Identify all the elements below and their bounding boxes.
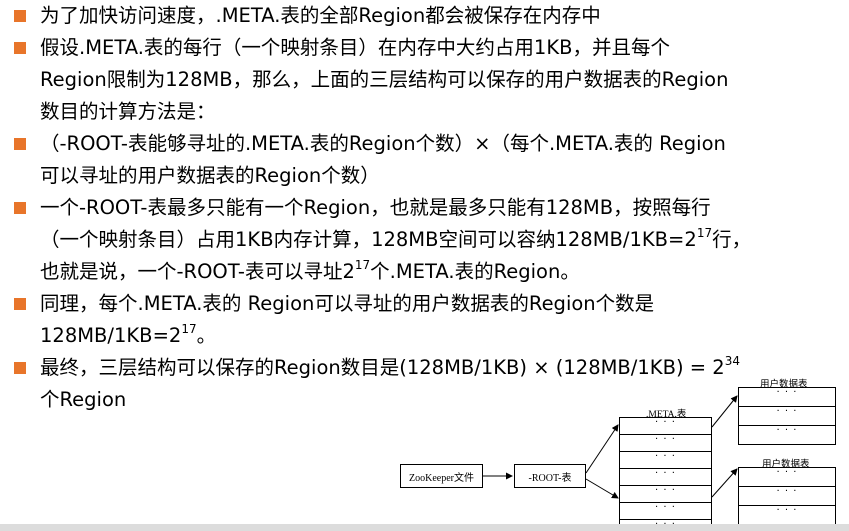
bullet-4-line-3: 也就是说，一个-ROOT-表可以寻址217个.META.表的Region。	[40, 256, 834, 288]
bullet-square-icon	[14, 298, 26, 310]
bullet-square-icon	[14, 138, 26, 150]
bullet-item-3: （-ROOT-表能够寻址的.META.表的Region个数）×（每个.META.…	[14, 128, 834, 192]
bullet-square-icon	[14, 10, 26, 22]
bullet-square-icon	[14, 42, 26, 54]
three-tier-diagram: ZooKeeper文件 -ROOT-表 .META.表 · · · · · · …	[390, 370, 849, 531]
bullet-2-line-1: 假设.META.表的每行（一个映射条目）在内存中大约占用1KB，并且每个	[40, 36, 671, 59]
user-table-1-row-1: · · ·	[738, 387, 836, 407]
bullet-4-line-1: 一个-ROOT-表最多只能有一个Region，也就是最多只能有128MB，按照每…	[40, 196, 711, 219]
bullet-5-line-2-tail: 。	[196, 324, 217, 347]
bullet-4-line-3-tail: 个.META.表的Region。	[370, 260, 580, 283]
bullet-4-line-2-tail: 行，	[712, 228, 752, 251]
meta-row-4: · · ·	[619, 468, 712, 486]
bottom-bar	[0, 524, 849, 531]
bullet-1-line-1: 为了加快访问速度，.META.表的全部Region都会被保存在内存中	[40, 4, 601, 27]
bullet-3-line-1: （-ROOT-表能够寻址的.META.表的Region个数）×（每个.META.…	[40, 132, 726, 155]
bullet-6-line-1-exponent: 34	[724, 353, 740, 368]
arrow-meta-to-user-top	[711, 395, 738, 428]
bullet-5-line-2-exponent: 17	[181, 321, 197, 336]
user-table-2-row-1: · · ·	[738, 467, 836, 487]
bullet-2-line-3: 数目的计算方法是：	[40, 100, 216, 123]
meta-row-3: · · ·	[619, 451, 712, 469]
bullet-list: 为了加快访问速度，.META.表的全部Region都会被保存在内存中 假设.ME…	[14, 0, 834, 416]
meta-row-2: · · ·	[619, 434, 712, 452]
user-table-2-row-3: · · ·	[738, 505, 836, 525]
bullet-5-line-2: 128MB/1KB=217。	[40, 320, 834, 352]
bullet-2-line-2: Region限制为128MB，那么，上面的三层结构可以保存的用户数据表的Regi…	[40, 68, 729, 91]
bullet-4-line-2-exponent: 17	[696, 225, 713, 240]
meta-row-5: · · ·	[619, 485, 712, 503]
user-table-2-row-2: · · ·	[738, 486, 836, 506]
arrow-root-to-meta-top	[585, 424, 619, 474]
user-table-1-row-3: · · ·	[738, 425, 836, 445]
root-table-box: -ROOT-表	[514, 464, 586, 488]
bullet-4-line-3-text: 也就是说，一个-ROOT-表可以寻址2	[40, 260, 355, 283]
user-table-1-row-2: · · ·	[738, 406, 836, 426]
bullet-3-line-2: 可以寻址的用户数据表的Region个数）	[40, 164, 380, 187]
bullet-item-4: 一个-ROOT-表最多只能有一个Region，也就是最多只能有128MB，按照每…	[14, 192, 834, 288]
meta-row-6: · · ·	[619, 502, 712, 520]
zookeeper-file-box: ZooKeeper文件	[400, 464, 483, 488]
bullet-5-line-2-text: 128MB/1KB=2	[40, 324, 182, 347]
bullet-5-line-1: 同理，每个.META.表的 Region可以寻址的用户数据表的Region个数是	[40, 292, 655, 315]
bullet-item-2: 假设.META.表的每行（一个映射条目）在内存中大约占用1KB，并且每个 Reg…	[14, 32, 834, 128]
bullet-item-1: 为了加快访问速度，.META.表的全部Region都会被保存在内存中	[14, 0, 834, 32]
arrow-root-to-meta-bottom	[585, 478, 619, 499]
arrow-meta-to-user-bottom	[711, 468, 738, 498]
bullet-square-icon	[14, 362, 26, 374]
bullet-item-5: 同理，每个.META.表的 Region可以寻址的用户数据表的Region个数是…	[14, 288, 834, 352]
bullet-square-icon	[14, 202, 26, 214]
meta-row-1: · · ·	[619, 417, 712, 435]
bullet-4-line-2: （一个映射条目）占用1KB内存计算，128MB空间可以容纳128MB/1KB=2…	[40, 224, 834, 256]
bullet-4-line-2-text: （一个映射条目）占用1KB内存计算，128MB空间可以容纳128MB/1KB=2	[40, 228, 697, 251]
bullet-4-line-3-exponent: 17	[354, 257, 371, 272]
